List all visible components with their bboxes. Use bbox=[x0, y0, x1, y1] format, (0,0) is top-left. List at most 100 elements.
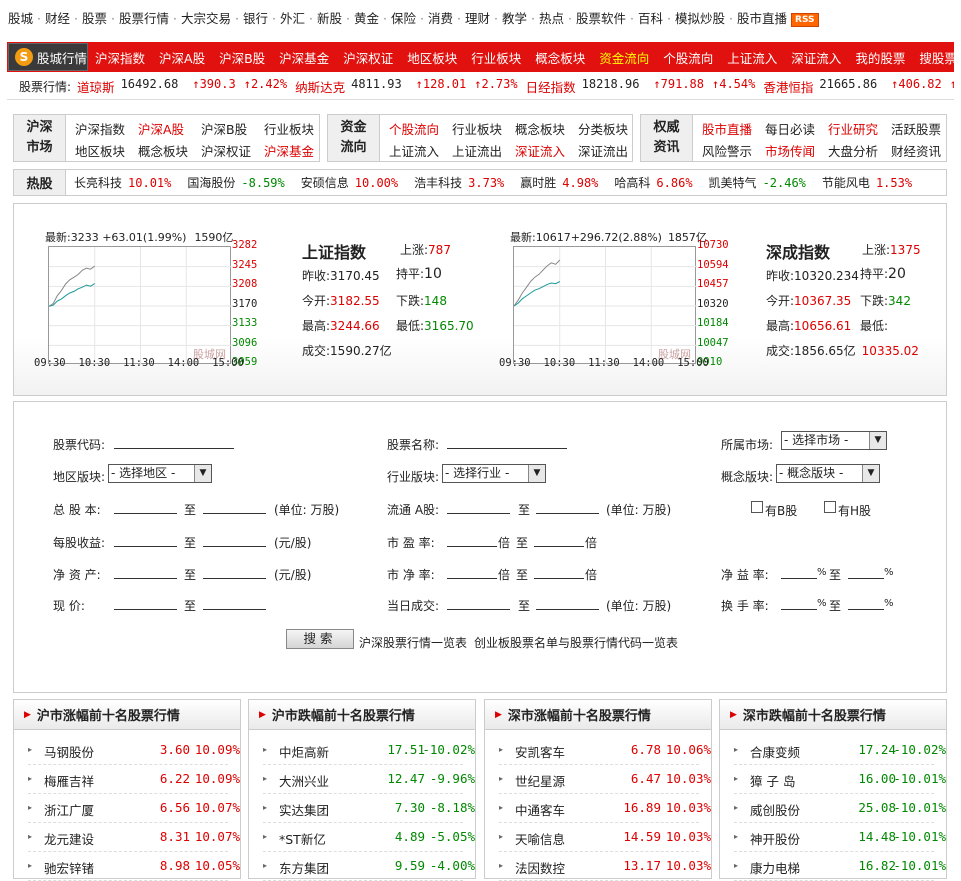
hot-stock-item[interactable]: 赢时胜 4.98% bbox=[520, 174, 598, 191]
hot-stock-item[interactable]: 哈高科 6.86% bbox=[614, 174, 692, 191]
stock-name-input[interactable] bbox=[447, 435, 567, 449]
menu-item[interactable]: 沪深A股 bbox=[138, 119, 184, 138]
top-nav-item[interactable]: 股票 bbox=[82, 11, 107, 26]
top-nav-item[interactable]: 大宗交易 bbox=[181, 11, 231, 26]
menu-item[interactable]: 深证流出 bbox=[578, 141, 628, 160]
nav-min-input[interactable] bbox=[114, 565, 177, 579]
has-h-checkbox[interactable] bbox=[824, 501, 836, 513]
menu-item[interactable]: 地区板块 bbox=[75, 141, 125, 160]
list-item[interactable]: ▸ 天喻信息 14.59 10.03% bbox=[499, 823, 711, 852]
list-header[interactable]: ▶ 深市涨幅前十名股票行情 bbox=[485, 700, 711, 730]
stock-name[interactable]: 浙江广厦 bbox=[44, 800, 94, 819]
stock-name[interactable]: 法因数控 bbox=[515, 858, 565, 877]
turnover-rate-max-input[interactable] bbox=[848, 596, 884, 610]
list-item[interactable]: ▸ 世纪星源 6.47 10.03% bbox=[499, 765, 711, 794]
stock-name[interactable]: 天喻信息 bbox=[515, 829, 565, 848]
sh-index-title[interactable]: 上证指数 bbox=[302, 239, 366, 263]
top-nav-item[interactable]: 股城 bbox=[8, 11, 33, 26]
stock-name[interactable]: 梅雁吉祥 bbox=[44, 771, 94, 790]
stock-name[interactable]: 獐 子 岛 bbox=[750, 771, 795, 790]
industry-select[interactable]: - 选择行业 - ▼ bbox=[442, 464, 546, 483]
stock-name[interactable]: 驰宏锌锗 bbox=[44, 858, 94, 877]
list-item[interactable]: ▸ 大洲兴业 12.47 -9.96% bbox=[263, 765, 475, 794]
menu-item[interactable]: 沪深权证 bbox=[201, 141, 251, 160]
menu-item[interactable]: 每日必读 bbox=[765, 119, 815, 138]
top-nav-item[interactable]: 财经 bbox=[45, 11, 70, 26]
eps-min-input[interactable] bbox=[114, 533, 177, 547]
nav-max-input[interactable] bbox=[203, 565, 266, 579]
hot-stock-item[interactable]: 安硕信息 10.00% bbox=[301, 174, 398, 191]
top-nav-item[interactable]: 理财 bbox=[465, 11, 490, 26]
concept-select[interactable]: - 概念版块 - ▼ bbox=[776, 464, 880, 483]
main-nav-item[interactable]: 个股流向 bbox=[656, 48, 720, 67]
stock-name[interactable]: 康力电梯 bbox=[750, 858, 800, 877]
top-nav-item[interactable]: 黄金 bbox=[354, 11, 379, 26]
top-nav-item[interactable]: 外汇 bbox=[280, 11, 305, 26]
list-item[interactable]: ▸ 威创股份 25.08 -10.01% bbox=[734, 794, 946, 823]
total-shares-max-input[interactable] bbox=[203, 500, 266, 514]
main-nav-item[interactable]: 搜股票 bbox=[912, 48, 954, 67]
list-item[interactable]: ▸ 合康变频 17.24 -10.02% bbox=[734, 736, 946, 765]
ticker-index-name[interactable]: 日经指数 bbox=[526, 77, 576, 96]
hot-stock-item[interactable]: 浩丰科技 3.73% bbox=[414, 174, 504, 191]
menu-item[interactable]: 个股流向 bbox=[389, 119, 439, 138]
pb-max-input[interactable] bbox=[534, 565, 584, 579]
list-item[interactable]: ▸ 马钢股份 3.60 10.09% bbox=[28, 736, 240, 765]
menu-item[interactable]: 市场传闻 bbox=[765, 141, 815, 160]
ticker-index-name[interactable]: 纳斯达克 bbox=[295, 77, 345, 96]
stock-name[interactable]: 东方集团 bbox=[279, 858, 329, 877]
pe-max-input[interactable] bbox=[534, 533, 584, 547]
top-nav-item[interactable]: 模拟炒股 bbox=[675, 11, 725, 26]
menu-item[interactable]: 行业研究 bbox=[828, 119, 878, 138]
menu-item[interactable]: 行业板块 bbox=[452, 119, 502, 138]
stock-name[interactable]: 合康变频 bbox=[750, 742, 800, 761]
link-all-stocks[interactable]: 沪深股票行情一览表 bbox=[359, 634, 467, 651]
stock-name[interactable]: 马钢股份 bbox=[44, 742, 94, 761]
float-a-max-input[interactable] bbox=[536, 500, 599, 514]
top-nav-item[interactable]: 保险 bbox=[391, 11, 416, 26]
menu-item[interactable]: 活跃股票 bbox=[891, 119, 941, 138]
menu-item[interactable]: 沪深基金 bbox=[264, 141, 314, 160]
sz-index-title[interactable]: 深成指数 bbox=[766, 239, 830, 263]
list-item[interactable]: ▸ 东方集团 9.59 -4.00% bbox=[263, 852, 475, 881]
main-nav-item[interactable]: 沪深B股 bbox=[212, 48, 272, 67]
main-nav-item[interactable]: 我的股票 bbox=[848, 48, 912, 67]
list-header[interactable]: ▶ 深市跌幅前十名股票行情 bbox=[720, 700, 946, 730]
menu-item[interactable]: 行业板块 bbox=[264, 119, 314, 138]
ticker-index-name[interactable]: 香港恒指 bbox=[763, 77, 813, 96]
stock-name[interactable]: 龙元建设 bbox=[44, 829, 94, 848]
turnover-rate-min-input[interactable] bbox=[781, 596, 817, 610]
menu-item[interactable]: 沪深B股 bbox=[201, 119, 247, 138]
stock-code-input[interactable] bbox=[114, 435, 234, 449]
main-nav-item[interactable]: 概念板块 bbox=[528, 48, 592, 67]
brand-logo[interactable]: S 股城行情 bbox=[8, 43, 89, 71]
market-select[interactable]: - 选择市场 - ▼ bbox=[781, 431, 887, 450]
list-item[interactable]: ▸ 中通客车 16.89 10.03% bbox=[499, 794, 711, 823]
pb-min-input[interactable] bbox=[447, 565, 497, 579]
hot-stock-item[interactable]: 国海股份 -8.59% bbox=[187, 174, 284, 191]
menu-item[interactable]: 分类板块 bbox=[578, 119, 628, 138]
stock-name[interactable]: 中通客车 bbox=[515, 800, 565, 819]
turnover-min-input[interactable] bbox=[447, 596, 510, 610]
top-nav-item[interactable]: 百科 bbox=[638, 11, 663, 26]
list-item[interactable]: ▸ 龙元建设 8.31 10.07% bbox=[28, 823, 240, 852]
menu-item[interactable]: 风险警示 bbox=[702, 141, 752, 160]
list-item[interactable]: ▸ 浙江广厦 6.56 10.07% bbox=[28, 794, 240, 823]
ticker-index-name[interactable]: 道琼斯 bbox=[77, 77, 115, 96]
menu-item[interactable]: 上证流出 bbox=[452, 141, 502, 160]
stock-name[interactable]: 中炬高新 bbox=[279, 742, 329, 761]
menu-item[interactable]: 深证流入 bbox=[515, 141, 565, 160]
list-item[interactable]: ▸ 梅雁吉祥 6.22 10.09% bbox=[28, 765, 240, 794]
top-nav-item[interactable]: 股票软件 bbox=[576, 11, 626, 26]
top-nav-item[interactable]: 消费 bbox=[428, 11, 453, 26]
main-nav-item[interactable]: 沪深权证 bbox=[336, 48, 400, 67]
menu-item[interactable]: 概念板块 bbox=[515, 119, 565, 138]
menu-item[interactable]: 财经资讯 bbox=[891, 141, 941, 160]
menu-item[interactable]: 股市直播 bbox=[702, 119, 752, 138]
rss-icon[interactable]: RSS bbox=[791, 13, 819, 27]
price-min-input[interactable] bbox=[114, 596, 177, 610]
top-nav-item[interactable]: 新股 bbox=[317, 11, 342, 26]
has-b-checkbox[interactable] bbox=[751, 501, 763, 513]
main-nav-item[interactable]: 地区板块 bbox=[400, 48, 464, 67]
stock-name[interactable]: 大洲兴业 bbox=[279, 771, 329, 790]
